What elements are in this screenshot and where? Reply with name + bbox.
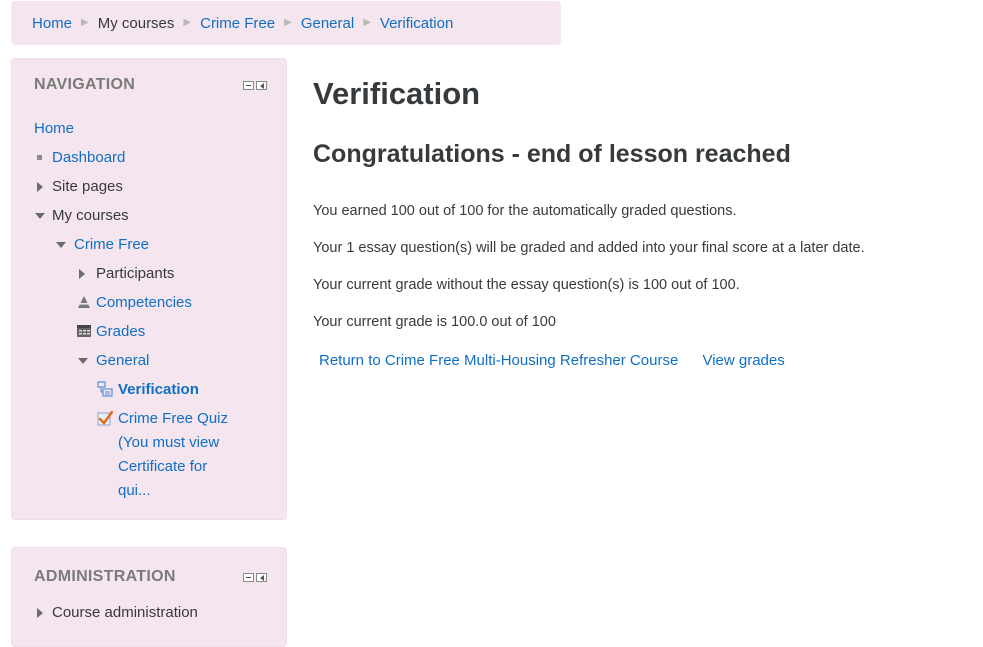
- breadcrumb-verification[interactable]: Verification: [380, 15, 453, 32]
- view-grades-link[interactable]: View grades: [702, 352, 784, 369]
- breadcrumb: Home ▶ My courses ▶ Crime Free ▶ General…: [11, 1, 561, 45]
- course-administration-label[interactable]: Course administration: [52, 598, 198, 627]
- collapse-arrow-icon[interactable]: [35, 213, 45, 219]
- breadcrumb-separator-icon: ▶: [183, 16, 192, 28]
- expand-arrow-icon[interactable]: [37, 182, 43, 192]
- admin-item-course-administration[interactable]: Course administration: [34, 598, 274, 627]
- nav-my-courses-label[interactable]: My courses: [52, 201, 129, 230]
- lesson-icon: [97, 381, 113, 397]
- lesson-end-heading: Congratulations - end of lesson reached: [313, 140, 791, 168]
- breadcrumb-general[interactable]: General: [301, 15, 354, 32]
- nav-item-general[interactable]: General: [34, 346, 274, 375]
- quiz-checkmark-icon: [97, 410, 113, 426]
- nav-participants-label[interactable]: Participants: [96, 259, 174, 288]
- nav-quiz-link-line-2[interactable]: (You must view: [118, 431, 228, 455]
- grades-table-icon: [77, 325, 91, 337]
- nav-grades-link[interactable]: Grades: [96, 317, 145, 346]
- nav-item-participants[interactable]: Participants: [34, 259, 274, 288]
- administration-block: ADMINISTRATION Course administration: [11, 547, 287, 647]
- nav-item-dashboard[interactable]: Dashboard: [34, 143, 274, 172]
- return-to-course-link[interactable]: Return to Crime Free Multi-Housing Refre…: [319, 352, 678, 369]
- nav-quiz-link-line-1[interactable]: Crime Free Quiz: [118, 407, 228, 431]
- nav-item-my-courses[interactable]: My courses: [34, 201, 274, 230]
- nav-general-link[interactable]: General: [96, 346, 149, 375]
- dock-block-icon[interactable]: [256, 573, 267, 582]
- navigation-block: NAVIGATION Home Dashboard Site pages My …: [11, 58, 287, 520]
- page-title: Verification: [313, 76, 481, 111]
- expand-arrow-icon[interactable]: [37, 608, 43, 618]
- nav-site-pages-label[interactable]: Site pages: [52, 172, 123, 201]
- breadcrumb-home[interactable]: Home: [32, 15, 72, 32]
- grade-without-essay-message: Your current grade without the essay que…: [313, 277, 740, 293]
- collapse-block-icon[interactable]: [243, 573, 254, 582]
- breadcrumb-crime-free[interactable]: Crime Free: [200, 15, 275, 32]
- bullet-icon: [37, 155, 42, 160]
- nav-verification-link[interactable]: Verification: [118, 375, 199, 404]
- earned-score-message: You earned 100 out of 100 for the automa…: [313, 203, 737, 219]
- nav-home-link[interactable]: Home: [34, 114, 74, 143]
- nav-item-grades[interactable]: Grades: [34, 317, 274, 346]
- nav-item-site-pages[interactable]: Site pages: [34, 172, 274, 201]
- nav-item-crime-free[interactable]: Crime Free: [34, 230, 274, 259]
- breadcrumb-separator-icon: ▶: [363, 16, 371, 28]
- nav-crime-free-link[interactable]: Crime Free: [74, 230, 149, 259]
- nav-item-home[interactable]: Home: [34, 114, 274, 143]
- lesson-end-links: Return to Crime Free Multi-Housing Refre…: [319, 352, 805, 369]
- navigation-block-title: NAVIGATION: [34, 76, 136, 93]
- essay-grading-message: Your 1 essay question(s) will be graded …: [313, 240, 865, 256]
- navigation-tree: Home Dashboard Site pages My courses Cri…: [34, 114, 274, 524]
- collapse-arrow-icon[interactable]: [78, 358, 88, 364]
- nav-quiz-link-line-4[interactable]: qui...: [118, 479, 228, 503]
- dock-block-icon[interactable]: [256, 81, 267, 90]
- breadcrumb-separator-icon: ▶: [81, 16, 89, 28]
- nav-item-competencies[interactable]: Competencies: [34, 288, 274, 317]
- nav-item-verification[interactable]: Verification: [34, 375, 274, 404]
- nav-dashboard-link[interactable]: Dashboard: [52, 143, 125, 172]
- competencies-icon: [78, 296, 90, 308]
- current-grade-message: Your current grade is 100.0 out of 100: [313, 314, 556, 330]
- breadcrumb-separator-icon: ▶: [284, 16, 292, 28]
- nav-item-quiz[interactable]: Crime Free Quiz (You must view Certifica…: [34, 404, 274, 524]
- administration-block-controls: [243, 573, 267, 582]
- navigation-block-controls: [243, 81, 267, 90]
- expand-arrow-icon[interactable]: [79, 269, 85, 279]
- collapse-block-icon[interactable]: [243, 81, 254, 90]
- breadcrumb-my-courses[interactable]: My courses: [98, 15, 175, 32]
- collapse-arrow-icon[interactable]: [56, 242, 66, 248]
- nav-quiz-link-line-3[interactable]: Certificate for: [118, 455, 228, 479]
- nav-competencies-link[interactable]: Competencies: [96, 288, 192, 317]
- administration-block-title: ADMINISTRATION: [34, 568, 176, 585]
